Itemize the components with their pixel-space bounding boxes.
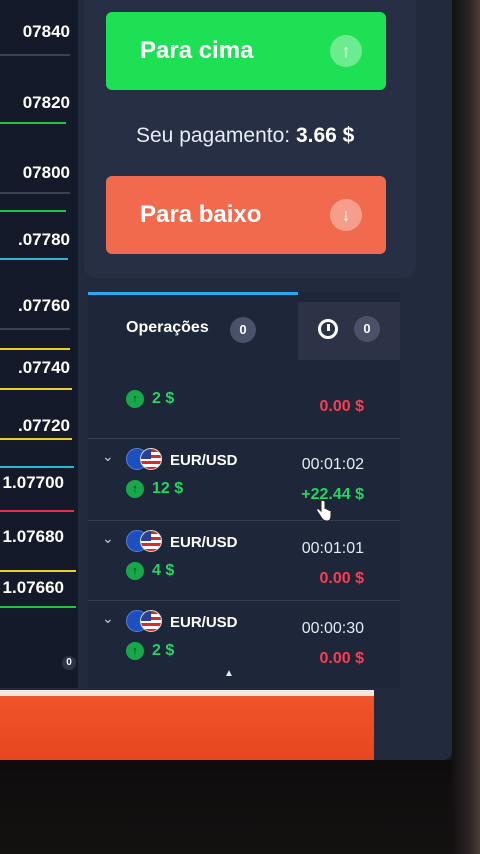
price-label: .07720 [18,416,70,435]
tab-operations[interactable]: Operações 0 [88,292,298,360]
chevron-down-icon[interactable]: ⌄ [102,610,114,627]
bottom-bar [0,690,374,760]
price-level-line [0,466,74,468]
arrow-up-icon: ↑ [330,35,362,67]
operation-amount: 2 $ [152,390,175,407]
price-label: 07840 [22,22,70,41]
operation-timer: 00:00:30 [301,620,364,637]
price-label: .07760 [18,296,70,315]
price-label: .07740 [18,358,70,377]
monitor-bezel [0,760,452,854]
price-level-line [0,258,68,260]
operation-pair: EUR/USD [170,614,238,631]
history-count-badge: 0 [354,316,380,342]
trading-screen: 07840 07820 07800 .07780 .07760 .07740 .… [0,0,452,760]
arrow-down-icon: ↓ [330,199,362,231]
price-level-line [0,388,72,390]
operation-row[interactable]: ⌄ EUR/USD 00:01:02 ↑ 12 $ +22.44 $ [88,438,400,521]
eur-usd-flag-icon [126,448,166,470]
sell-down-button[interactable]: Para baixo ↓ [106,176,386,254]
scroll-caret-icon[interactable]: ▲ [224,668,234,679]
trade-panel: Para cima ↑ Seu pagamento: 3.66 $ Para b… [84,0,416,278]
payout-value: 3.66 $ [295,124,355,147]
monitor-bezel [452,0,480,854]
operation-pair: EUR/USD [170,452,238,469]
price-chart[interactable]: 07840 07820 07800 .07780 .07760 .07740 .… [0,0,78,688]
price-level-line [0,438,72,440]
price-level-line [0,210,66,212]
tab-history[interactable]: 0 [298,302,400,360]
operation-row[interactable]: ⌄ EUR/USD 00:01:01 ↑ 4 $ 0.00 $ [88,520,400,601]
operation-pair: EUR/USD [170,534,238,551]
operations-count-badge: 0 [230,317,256,343]
buy-up-button[interactable]: Para cima ↑ [106,12,386,90]
arrow-up-icon: ↑ [126,390,144,408]
price-level-line [0,570,76,572]
operation-result: 0.00 $ [319,570,364,587]
operation-result: 0.00 $ [319,650,364,667]
operation-amount: 2 $ [152,642,175,659]
arrow-up-icon: ↑ [126,562,144,580]
price-label: 1.07660 [2,578,64,597]
price-level-line [0,510,74,512]
price-label: 1.07700 [2,473,64,492]
operation-row[interactable]: ⌄ EUR/USD 00:00:30 ↑ 2 $ 0.00 $ [88,600,400,680]
operation-amount: 12 $ [152,480,184,497]
operation-result: 0.00 $ [319,398,364,415]
operation-row[interactable]: ↑ 2 $ 0.00 $ [88,360,400,439]
price-label: 07820 [22,93,70,112]
arrow-up-icon: ↑ [126,480,144,498]
price-level-line [0,606,76,608]
tab-operations-label: Operações [126,319,209,336]
payout-label: Seu pagamento: [136,124,291,147]
chart-corner-badge: 0 [62,656,76,670]
hand-cursor-icon [316,500,332,522]
price-label: 07800 [22,163,70,182]
operation-result: +22.44 $ [301,486,364,503]
buy-up-label: Para cima [140,37,254,64]
price-level-line [0,122,66,124]
clock-icon [318,319,338,339]
price-label: 1.07680 [2,527,64,546]
arrow-up-icon: ↑ [126,642,144,660]
operation-timer: 00:01:01 [301,540,364,557]
sell-down-label: Para baixo [140,201,262,228]
operation-timer: 00:01:02 [301,456,364,473]
eur-usd-flag-icon [126,530,166,552]
payout-text: Seu pagamento: 3.66 $ [136,124,354,148]
operation-amount: 4 $ [152,562,175,579]
price-level-line [0,348,70,350]
chevron-down-icon[interactable]: ⌄ [102,448,114,465]
eur-usd-flag-icon [126,610,166,632]
price-label: .07780 [18,230,70,249]
operations-panel: Operações 0 0 ↑ 2 $ 0.00 $ ⌄ EUR/USD 00:… [88,292,400,688]
chevron-down-icon[interactable]: ⌄ [102,530,114,547]
